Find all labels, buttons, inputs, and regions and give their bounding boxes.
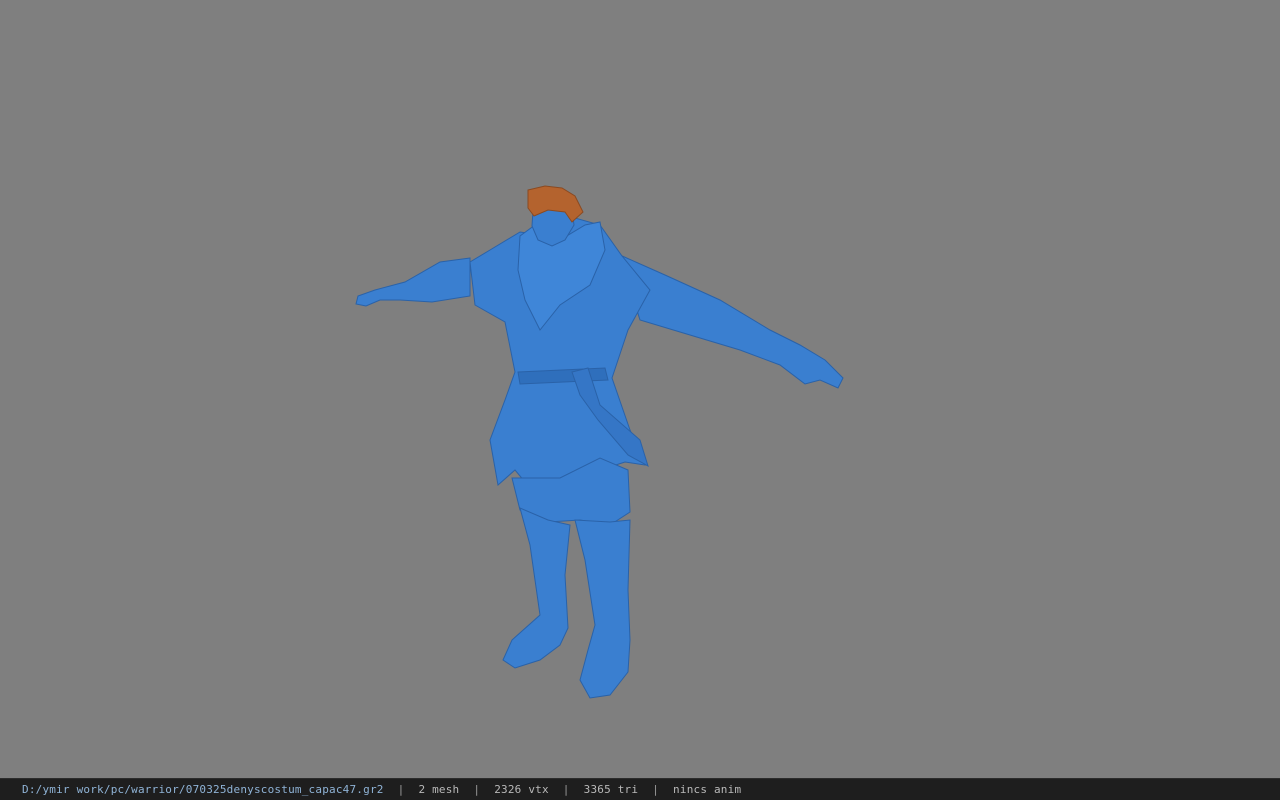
status-file-path: D:/ymir work/pc/warrior/070325denyscostu… bbox=[22, 783, 384, 796]
3d-viewport[interactable] bbox=[0, 0, 1280, 778]
status-separator: | bbox=[562, 783, 570, 796]
model-left-arm bbox=[355, 257, 471, 307]
character-model bbox=[355, 185, 844, 699]
model-left-boot bbox=[502, 507, 571, 669]
status-animation: nincs anim bbox=[673, 783, 742, 796]
status-bar: D:/ymir work/pc/warrior/070325denyscostu… bbox=[0, 778, 1280, 800]
status-triangle-count: 3365 tri bbox=[583, 783, 639, 796]
status-mesh-count: 2 mesh bbox=[418, 783, 460, 796]
status-separator: | bbox=[397, 783, 405, 796]
model-right-arm bbox=[619, 254, 844, 389]
status-separator: | bbox=[652, 783, 660, 796]
status-separator: | bbox=[473, 783, 481, 796]
model-right-boot bbox=[574, 519, 631, 699]
status-vertex-count: 2326 vtx bbox=[494, 783, 549, 796]
